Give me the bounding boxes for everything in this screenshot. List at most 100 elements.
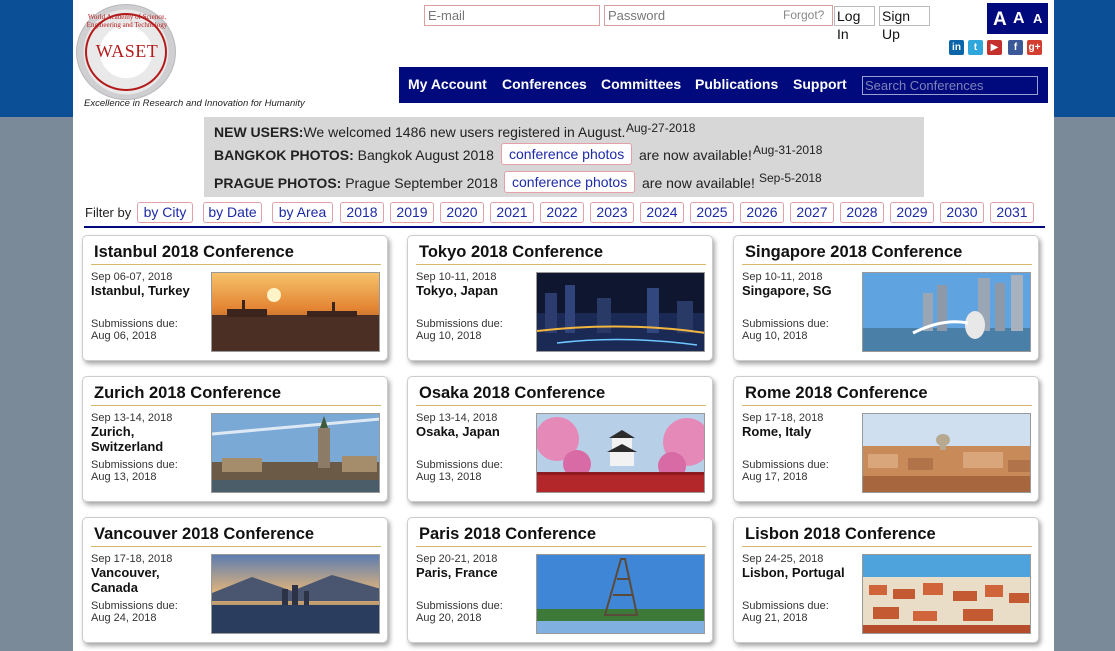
google-plus-icon[interactable]: g+	[1027, 40, 1042, 55]
logo-text: WASET	[95, 41, 159, 61]
submissions-due-date: Aug 24, 2018	[91, 612, 157, 624]
card-divider	[742, 264, 1032, 265]
conference-photo[interactable]	[862, 413, 1031, 493]
conference-city: Istanbul, Turkey	[91, 283, 190, 298]
waset-logo[interactable]: World Academy of Science, Engineering an…	[76, 4, 176, 100]
conference-card-lisbon[interactable]: Lisbon 2018 Conference Sep 24-25, 2018 L…	[733, 517, 1039, 643]
prague-photos-button[interactable]: conference photos	[504, 171, 636, 193]
conference-city: Paris, France	[416, 565, 498, 580]
conference-card-zurich[interactable]: Zurich 2018 Conference Sep 13-14, 2018 Z…	[82, 376, 388, 502]
conference-card-osaka[interactable]: Osaka 2018 Conference Sep 13-14, 2018 Os…	[407, 376, 713, 502]
conference-photo[interactable]	[862, 272, 1031, 352]
conference-title[interactable]: Istanbul 2018 Conference	[94, 243, 294, 262]
font-size-large-button[interactable]: A	[993, 9, 1007, 31]
filter-year-2023[interactable]: 2023	[590, 202, 634, 223]
conference-card-singapore[interactable]: Singapore 2018 Conference Sep 10-11, 201…	[733, 235, 1039, 361]
filter-year-2018[interactable]: 2018	[340, 202, 384, 223]
announcement-date: Aug-31-2018	[753, 143, 823, 157]
submissions-due-date: Aug 13, 2018	[91, 471, 157, 483]
nav-my-account[interactable]: My Account	[408, 76, 487, 92]
submissions-due-label: Submissions due:	[416, 318, 503, 330]
filter-year-2027[interactable]: 2027	[790, 202, 834, 223]
filter-year-2031[interactable]: 2031	[990, 202, 1034, 223]
font-size-control: A A A	[987, 3, 1048, 34]
search-conferences-input[interactable]: Search Conferences	[862, 76, 1038, 95]
announcement-bangkok: BANGKOK PHOTOS: Bangkok August 2018	[214, 147, 494, 163]
conference-dates: Sep 17-18, 2018	[91, 553, 173, 565]
filter-year-2030[interactable]: 2030	[940, 202, 984, 223]
conference-photo[interactable]	[211, 554, 380, 634]
conference-title[interactable]: Lisbon 2018 Conference	[745, 525, 936, 544]
conference-card-istanbul[interactable]: Istanbul 2018 Conference Sep 06-07, 2018…	[82, 235, 388, 361]
conference-photo[interactable]	[211, 272, 380, 352]
card-divider	[91, 264, 381, 265]
nav-support[interactable]: Support	[793, 76, 847, 92]
filter-year-2029[interactable]: 2029	[890, 202, 934, 223]
conference-card-tokyo[interactable]: Tokyo 2018 Conference Sep 10-11, 2018 To…	[407, 235, 713, 361]
conference-city: Zurich, Switzerland	[91, 424, 164, 454]
card-divider	[91, 546, 381, 547]
twitter-icon[interactable]: t	[968, 40, 983, 55]
card-divider	[91, 405, 381, 406]
card-divider	[742, 546, 1032, 547]
submissions-due-label: Submissions due:	[416, 459, 503, 471]
filter-year-2028[interactable]: 2028	[840, 202, 884, 223]
filter-year-2021[interactable]: 2021	[490, 202, 534, 223]
conference-photo[interactable]	[536, 272, 705, 352]
conference-title[interactable]: Rome 2018 Conference	[745, 384, 928, 403]
youtube-icon[interactable]: ▶	[987, 40, 1002, 55]
announcement-label: PRAGUE PHOTOS:	[214, 175, 342, 191]
announcement-date: Aug-27-2018	[626, 121, 696, 135]
filter-label: Filter by	[85, 205, 132, 220]
conference-photo[interactable]	[862, 554, 1031, 634]
nav-publications[interactable]: Publications	[695, 76, 778, 92]
facebook-icon[interactable]: f	[1008, 40, 1023, 55]
conference-city: Vancouver, Canada	[91, 565, 160, 595]
conference-photo[interactable]	[211, 413, 380, 493]
announcement-prague: PRAGUE PHOTOS: Prague September 2018	[214, 175, 498, 191]
signup-button[interactable]: Sign Up	[879, 6, 930, 42]
forgot-password-link[interactable]: Forgot?	[783, 8, 824, 22]
conference-title[interactable]: Singapore 2018 Conference	[745, 243, 962, 262]
filter-by-date[interactable]: by Date	[203, 202, 262, 223]
filter-year-2022[interactable]: 2022	[540, 202, 584, 223]
conference-card-paris[interactable]: Paris 2018 Conference Sep 20-21, 2018 Pa…	[407, 517, 713, 643]
filter-year-2025[interactable]: 2025	[690, 202, 734, 223]
font-size-medium-button[interactable]: A	[1013, 10, 1025, 28]
conference-title[interactable]: Vancouver 2018 Conference	[94, 525, 314, 544]
filter-year-2024[interactable]: 2024	[640, 202, 684, 223]
announcement-date: Sep-5-2018	[759, 171, 822, 185]
submissions-due-label: Submissions due:	[742, 459, 829, 471]
filter-year-2026[interactable]: 2026	[740, 202, 784, 223]
filter-by-area[interactable]: by Area	[272, 202, 333, 223]
nav-conferences[interactable]: Conferences	[502, 76, 587, 92]
bangkok-photos-button[interactable]: conference photos	[501, 143, 633, 165]
submissions-due-label: Submissions due:	[91, 459, 178, 471]
main-nav: My Account Conferences Committees Public…	[399, 67, 1048, 103]
email-input[interactable]: E-mail	[424, 5, 600, 26]
conference-photo[interactable]	[536, 413, 705, 493]
tagline: Excellence in Research and Innovation fo…	[84, 98, 305, 109]
conference-card-vancouver[interactable]: Vancouver 2018 Conference Sep 17-18, 201…	[82, 517, 388, 643]
conference-title[interactable]: Paris 2018 Conference	[419, 525, 596, 544]
font-size-small-button[interactable]: A	[1033, 11, 1042, 26]
conference-title[interactable]: Osaka 2018 Conference	[419, 384, 605, 403]
filter-by-city[interactable]: by City	[137, 202, 193, 223]
conference-dates: Sep 10-11, 2018	[416, 271, 497, 283]
conference-city: Osaka, Japan	[416, 424, 500, 439]
conference-title[interactable]: Zurich 2018 Conference	[94, 384, 281, 403]
announcement-panel: NEW USERS:We welcomed 1486 new users reg…	[204, 117, 924, 197]
linkedin-icon[interactable]: in	[949, 40, 964, 55]
nav-committees[interactable]: Committees	[601, 76, 681, 92]
conference-dates: Sep 20-21, 2018	[416, 553, 498, 565]
login-button[interactable]: Log In	[834, 6, 875, 42]
card-divider	[416, 546, 706, 547]
conference-card-rome[interactable]: Rome 2018 Conference Sep 17-18, 2018 Rom…	[733, 376, 1039, 502]
filter-year-2020[interactable]: 2020	[440, 202, 484, 223]
conference-photo[interactable]	[536, 554, 705, 634]
submissions-due-label: Submissions due:	[91, 600, 178, 612]
submissions-due-label: Submissions due:	[91, 318, 178, 330]
conference-title[interactable]: Tokyo 2018 Conference	[419, 243, 603, 262]
announcement-label: NEW USERS:	[214, 124, 304, 140]
filter-year-2019[interactable]: 2019	[390, 202, 434, 223]
